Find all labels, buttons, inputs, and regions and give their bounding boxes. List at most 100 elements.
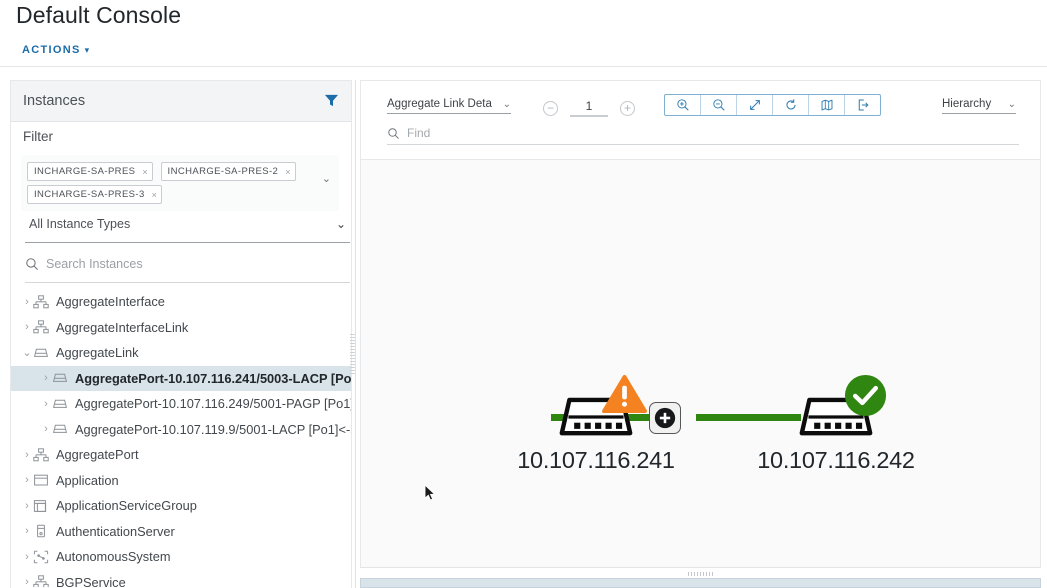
chevron-right-icon[interactable]: ›	[40, 372, 52, 384]
chevron-right-icon[interactable]: ›	[21, 551, 33, 563]
tree-item-label: AuthenticationServer	[56, 523, 175, 539]
windows-stack-icon	[33, 499, 49, 513]
hierarchy-icon	[33, 575, 49, 587]
search-icon	[26, 258, 38, 270]
filter-chip-label: INCHARGE-SA-PRES	[34, 166, 136, 177]
chevron-down-icon: ⌄	[335, 217, 346, 231]
topology-panel: Aggregate Link Deta ⌄ − 1 + Hierarchy ⌄ …	[360, 80, 1041, 567]
depth-value[interactable]: 1	[570, 99, 608, 117]
filter-chips-container[interactable]: INCHARGE-SA-PRES × INCHARGE-SA-PRES-2 × …	[21, 155, 339, 211]
search-icon	[388, 127, 399, 139]
instance-type-select[interactable]: All Instance Types ⌄	[25, 217, 350, 243]
filter-chip-label: INCHARGE-SA-PRES-3	[34, 189, 145, 200]
panel-divider	[355, 80, 356, 588]
find-placeholder: Find	[407, 126, 431, 140]
filter-chip[interactable]: INCHARGE-SA-PRES-3 ×	[27, 185, 163, 204]
fit-to-screen-icon[interactable]	[737, 95, 773, 115]
filter-label: Filter	[23, 129, 53, 144]
close-icon[interactable]: ×	[142, 167, 148, 177]
tree-item-label: BGPService	[56, 574, 126, 587]
chevron-right-icon[interactable]: ›	[40, 423, 52, 435]
tree-item-1[interactable]: › AggregateInterfaceLink	[11, 315, 351, 341]
tree-item-label: AggregateInterface	[56, 294, 165, 310]
device-icon	[33, 346, 49, 360]
export-icon[interactable]	[845, 95, 880, 115]
tree-item-11[interactable]: › BGPService	[11, 570, 351, 587]
topology-canvas[interactable]: +	[361, 160, 1040, 567]
autonomous-system-icon	[33, 550, 49, 564]
tree-item-5[interactable]: › AggregatePort-10.107.119.9/5001-LACP [P…	[11, 417, 351, 443]
tree-item-label: AggregateLink	[56, 345, 139, 361]
close-icon[interactable]: ×	[152, 190, 158, 200]
chevron-down-icon[interactable]: ⌄	[21, 346, 33, 359]
map-icon[interactable]	[809, 95, 845, 115]
instance-type-value: All Instance Types	[29, 217, 131, 231]
node-label: 10.107.116.242	[757, 447, 915, 473]
device-icon	[52, 371, 68, 385]
topology-node[interactable]: 10.107.116.242	[757, 374, 915, 473]
chevron-down-icon: ⌄	[502, 98, 511, 110]
zoom-in-icon[interactable]	[665, 95, 701, 115]
increment-button[interactable]: +	[620, 100, 635, 116]
view-select[interactable]: Aggregate Link Deta ⌄	[387, 98, 511, 114]
tree-item-4[interactable]: › AggregatePort-10.107.116.249/5001-PAGP …	[11, 391, 351, 417]
expand-link-icon[interactable]: +	[649, 402, 681, 434]
tree-item-3[interactable]: › AggregatePort-10.107.116.241/5003-LACP …	[11, 365, 351, 391]
chevron-down-icon[interactable]: ⌄	[322, 172, 331, 185]
chevron-down-icon: ▾	[84, 44, 90, 55]
tree-item-label: ApplicationServiceGroup	[56, 498, 197, 514]
hierarchy-icon	[33, 448, 49, 462]
window-icon	[33, 473, 49, 487]
chevron-right-icon[interactable]: ›	[21, 474, 33, 486]
device-icon	[52, 422, 68, 436]
funnel-icon[interactable]	[324, 93, 339, 108]
zoom-out-icon[interactable]	[701, 95, 737, 115]
decrement-button[interactable]: −	[543, 100, 558, 116]
topology-tool-buttons	[664, 94, 881, 116]
instances-panel: Instances Filter INCHARGE-SA-PRES × INCH…	[10, 80, 352, 588]
chevron-down-icon: ⌄	[1007, 98, 1016, 110]
filter-chip[interactable]: INCHARGE-SA-PRES ×	[27, 162, 154, 181]
tree-item-label: AggregateInterfaceLink	[56, 319, 189, 335]
horizontal-divider	[360, 567, 1041, 568]
link-segment-right[interactable]	[696, 414, 801, 421]
tree-item-8[interactable]: › ApplicationServiceGroup	[11, 493, 351, 519]
hierarchy-select-value: Hierarchy	[942, 98, 992, 110]
refresh-icon[interactable]	[773, 95, 809, 115]
chevron-right-icon[interactable]: ›	[21, 500, 33, 512]
filter-chip[interactable]: INCHARGE-SA-PRES-2 ×	[160, 162, 296, 181]
actions-menu-button[interactable]: ACTIONS ▾	[22, 44, 89, 56]
tree-item-label: AggregatePort	[56, 447, 139, 463]
tree-item-9[interactable]: › AuthenticationServer	[11, 519, 351, 545]
tree-item-0[interactable]: › AggregateInterface	[11, 289, 351, 315]
chevron-right-icon[interactable]: ›	[21, 449, 33, 461]
vertical-splitter-handle[interactable]	[350, 334, 355, 374]
hierarchy-select[interactable]: Hierarchy ⌄	[942, 98, 1016, 114]
chevron-right-icon[interactable]: ›	[21, 576, 33, 587]
close-icon[interactable]: ×	[285, 167, 291, 177]
tree-item-label: AggregatePort-10.107.119.9/5001-LACP [Po…	[75, 421, 351, 437]
horizontal-splitter-handle[interactable]	[688, 572, 714, 576]
find-field[interactable]: Find	[387, 126, 1019, 145]
bottom-panel[interactable]	[360, 578, 1041, 588]
tree-item-label: Application	[56, 472, 119, 488]
hierarchy-icon	[33, 295, 49, 309]
tree-item-7[interactable]: › Application	[11, 468, 351, 494]
tree-item-10[interactable]: › AutonomousSystem	[11, 544, 351, 570]
hierarchy-icon	[33, 320, 49, 334]
instance-tree[interactable]: › AggregateInterface › AggregateInterfaceLi…	[11, 289, 351, 587]
chevron-right-icon[interactable]: ›	[21, 296, 33, 308]
server-icon	[33, 524, 49, 538]
tree-item-label: AggregatePort-10.107.116.249/5001-PAGP […	[75, 396, 351, 412]
tree-item-6[interactable]: › AggregatePort	[11, 442, 351, 468]
tree-item-label: AggregatePort-10.107.116.241/5003-LACP […	[75, 370, 351, 386]
search-instances-field[interactable]: Search Instances	[25, 257, 350, 283]
pointer-arrow-icon	[424, 483, 436, 502]
check-circle-icon	[843, 373, 888, 423]
chevron-right-icon[interactable]: ›	[21, 525, 33, 537]
tree-item-2[interactable]: ⌄ AggregateLink	[11, 340, 351, 366]
tree-item-label: AutonomousSystem	[56, 549, 171, 565]
chevron-right-icon[interactable]: ›	[21, 321, 33, 333]
chevron-right-icon[interactable]: ›	[40, 398, 52, 410]
topology-node[interactable]: 10.107.116.241	[517, 374, 675, 473]
